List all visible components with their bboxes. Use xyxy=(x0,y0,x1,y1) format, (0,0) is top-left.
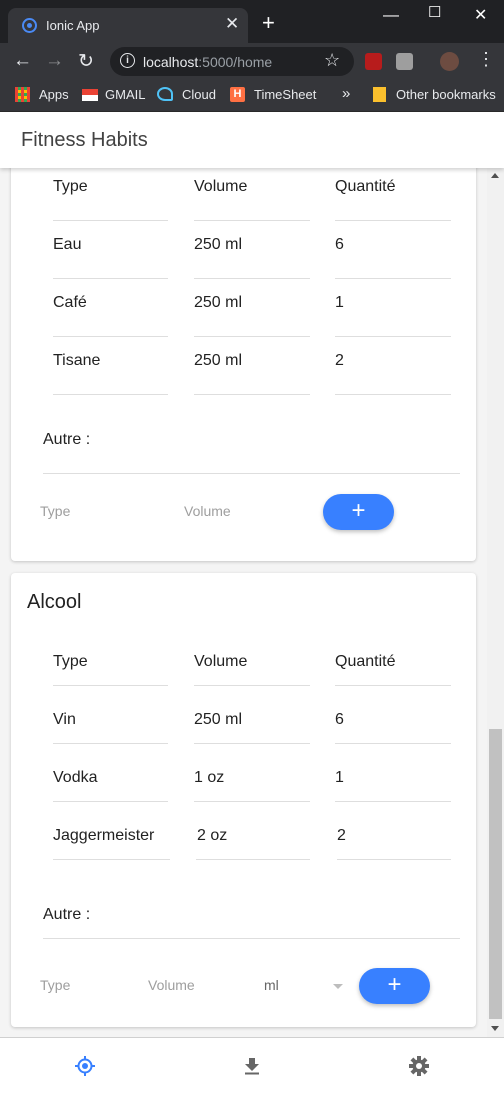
header-quantity: Quantité xyxy=(335,653,396,670)
profile-avatar[interactable] xyxy=(440,52,459,71)
row-quantity[interactable]: 2 xyxy=(335,352,344,370)
locate-icon xyxy=(75,1056,95,1076)
add-button[interactable]: + xyxy=(359,968,430,1004)
bookmark-other[interactable]: Other bookmarks xyxy=(396,87,496,102)
unit-select[interactable]: ml xyxy=(264,977,279,993)
tab-locate[interactable] xyxy=(0,1038,168,1096)
apps-grid-icon xyxy=(15,87,30,102)
row-volume[interactable]: 250 ml xyxy=(194,352,242,370)
tab-bar xyxy=(0,1037,504,1095)
volume-input[interactable]: Volume xyxy=(148,977,195,993)
card-title: Alcool xyxy=(27,591,82,613)
row-type[interactable]: Vin xyxy=(53,711,76,729)
row-type[interactable]: Vodka xyxy=(53,769,97,787)
drinks-card: Type Volume Quantité Eau 250 ml 6 Café 2… xyxy=(11,168,476,561)
more-bookmarks-icon[interactable]: » xyxy=(342,85,350,102)
type-input[interactable]: Type xyxy=(40,977,70,993)
new-tab-button[interactable]: + xyxy=(262,12,275,34)
gmail-icon xyxy=(82,89,98,101)
tab-close-icon[interactable]: ✕ xyxy=(225,14,239,34)
cloud-icon xyxy=(157,87,173,101)
download-icon xyxy=(245,1058,259,1075)
back-icon[interactable]: ← xyxy=(13,50,32,72)
forward-icon[interactable]: → xyxy=(45,50,64,72)
timesheet-icon: H xyxy=(230,87,245,102)
scroll-down-arrow-icon[interactable] xyxy=(491,1026,499,1031)
bookmark-cloud[interactable]: Cloud xyxy=(182,87,216,102)
type-input[interactable]: Type xyxy=(40,503,70,519)
scrollbar-thumb[interactable] xyxy=(489,729,502,1019)
scrollbar[interactable] xyxy=(487,168,504,1037)
close-window-icon[interactable]: ✕ xyxy=(474,5,487,25)
row-quantity[interactable]: 1 xyxy=(335,769,344,787)
row-type[interactable]: Café xyxy=(53,294,87,312)
settings-gear-icon xyxy=(409,1056,429,1076)
page-title: Fitness Habits xyxy=(21,129,148,151)
ionic-favicon-icon xyxy=(22,18,37,33)
row-quantity[interactable]: 6 xyxy=(335,711,344,729)
tab-download[interactable] xyxy=(168,1038,336,1096)
row-volume[interactable]: 2 oz xyxy=(197,827,227,845)
info-icon[interactable]: i xyxy=(120,53,135,68)
app-header: Fitness Habits xyxy=(0,112,504,168)
header-volume: Volume xyxy=(194,178,248,195)
alcohol-card: Alcool Type Volume Quantité Vin 250 ml 6… xyxy=(11,573,476,1027)
header-type: Type xyxy=(53,178,88,195)
bookmark-apps[interactable]: Apps xyxy=(39,87,69,102)
url-text: localhost:5000/home xyxy=(143,54,273,70)
bookmark-gmail[interactable]: GMAIL xyxy=(105,87,145,102)
tab-settings[interactable] xyxy=(336,1038,504,1096)
minimize-icon[interactable]: — xyxy=(383,7,399,25)
extension-icon[interactable] xyxy=(396,53,413,70)
content-area[interactable]: Type Volume Quantité Eau 250 ml 6 Café 2… xyxy=(0,168,487,1037)
row-quantity[interactable]: 2 xyxy=(337,827,346,845)
browser-tab[interactable]: Ionic App ✕ xyxy=(8,8,248,43)
browser-toolbar: ← → ↻ i localhost:5000/home ☆ ⋮ xyxy=(0,43,504,80)
header-quantity: Quantité xyxy=(335,178,396,195)
folder-icon xyxy=(373,87,386,102)
browser-titlebar: Ionic App ✕ + — ☐ ✕ xyxy=(0,0,504,43)
scroll-up-arrow-icon[interactable] xyxy=(491,173,499,178)
row-type[interactable]: Tisane xyxy=(53,352,100,370)
menu-kebab-icon[interactable]: ⋮ xyxy=(477,49,495,70)
header-type: Type xyxy=(53,653,88,670)
reload-icon[interactable]: ↻ xyxy=(78,50,94,73)
bookmarks-bar: Apps GMAIL Cloud H TimeSheet » Other boo… xyxy=(0,80,504,112)
row-type[interactable]: Jaggermeister xyxy=(53,827,154,845)
volume-input[interactable]: Volume xyxy=(184,503,231,519)
row-volume[interactable]: 1 oz xyxy=(194,769,224,787)
bookmark-star-icon[interactable]: ☆ xyxy=(324,50,340,71)
row-quantity[interactable]: 6 xyxy=(335,236,344,254)
other-label: Autre : xyxy=(43,431,91,448)
tab-title: Ionic App xyxy=(46,18,100,33)
row-volume[interactable]: 250 ml xyxy=(194,711,242,729)
row-volume[interactable]: 250 ml xyxy=(194,294,242,312)
bookmark-timesheet[interactable]: TimeSheet xyxy=(254,87,316,102)
ublock-extension-icon[interactable] xyxy=(365,53,382,70)
maximize-icon[interactable]: ☐ xyxy=(428,3,441,21)
address-bar[interactable]: i localhost:5000/home ☆ xyxy=(110,47,354,76)
add-button[interactable]: + xyxy=(323,494,394,530)
chevron-down-icon[interactable] xyxy=(333,984,343,989)
row-type[interactable]: Eau xyxy=(53,236,81,254)
row-volume[interactable]: 250 ml xyxy=(194,236,242,254)
header-volume: Volume xyxy=(194,653,248,670)
other-label: Autre : xyxy=(43,906,91,923)
row-quantity[interactable]: 1 xyxy=(335,294,344,312)
